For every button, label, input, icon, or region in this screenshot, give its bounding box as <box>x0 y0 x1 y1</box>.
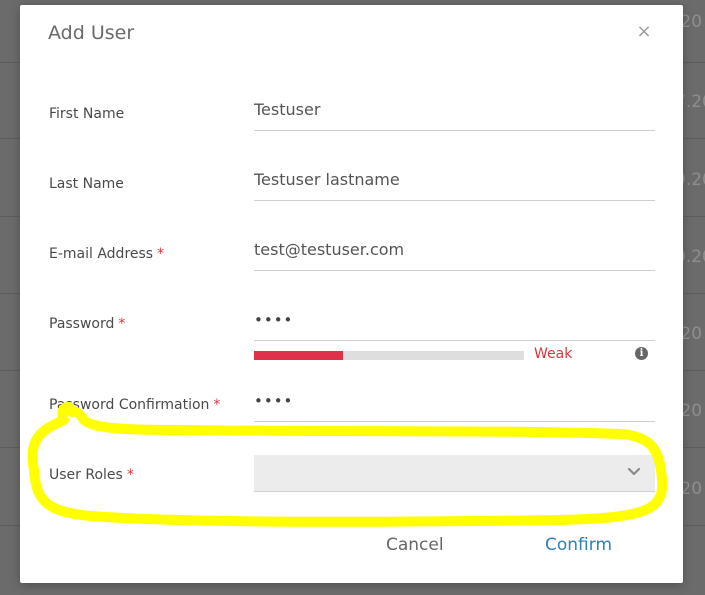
email-field[interactable]: test@testuser.com <box>254 234 655 271</box>
required-marker: * <box>126 467 134 483</box>
last-name-label: Last Name <box>49 176 124 192</box>
password-strength-label: Weak <box>534 346 573 362</box>
password-strength-bar <box>254 351 524 360</box>
first-name-label: First Name <box>49 106 124 122</box>
last-name-field[interactable]: Testuser lastname <box>254 164 655 201</box>
password-value: •••• <box>254 311 294 329</box>
password-confirmation-label-text: Password Confirmation <box>49 397 210 413</box>
first-name-value: Testuser <box>254 100 321 119</box>
close-icon[interactable]: × <box>634 22 654 42</box>
user-roles-label: User Roles * <box>49 467 134 483</box>
password-confirmation-value: •••• <box>254 392 294 410</box>
required-marker: * <box>213 397 221 413</box>
first-name-field[interactable]: Testuser <box>254 94 655 131</box>
dialog-title: Add User <box>48 22 135 44</box>
first-name-label-text: First Name <box>49 106 125 122</box>
chevron-down-icon <box>627 467 641 476</box>
info-icon[interactable]: i <box>635 347 648 360</box>
password-confirmation-field[interactable]: •••• <box>254 385 655 422</box>
confirm-button[interactable]: Confirm <box>545 535 612 555</box>
email-label-text: E-mail Address <box>49 246 154 262</box>
cancel-button[interactable]: Cancel <box>386 535 444 555</box>
password-strength-fill <box>254 351 344 360</box>
user-roles-label-text: User Roles <box>49 467 123 483</box>
required-marker: * <box>157 246 165 262</box>
email-value: test@testuser.com <box>254 240 405 259</box>
required-marker: * <box>118 316 126 332</box>
last-name-value: Testuser lastname <box>254 170 400 189</box>
user-roles-select[interactable] <box>254 455 655 492</box>
password-label-text: Password <box>49 316 115 332</box>
password-label: Password * <box>49 316 125 332</box>
email-label: E-mail Address * <box>49 246 164 262</box>
add-user-dialog: Add User × First Name Testuser Last Name… <box>20 5 683 583</box>
last-name-label-text: Last Name <box>49 176 124 192</box>
password-confirmation-label: Password Confirmation * <box>49 397 220 413</box>
password-field[interactable]: •••• <box>254 304 655 341</box>
